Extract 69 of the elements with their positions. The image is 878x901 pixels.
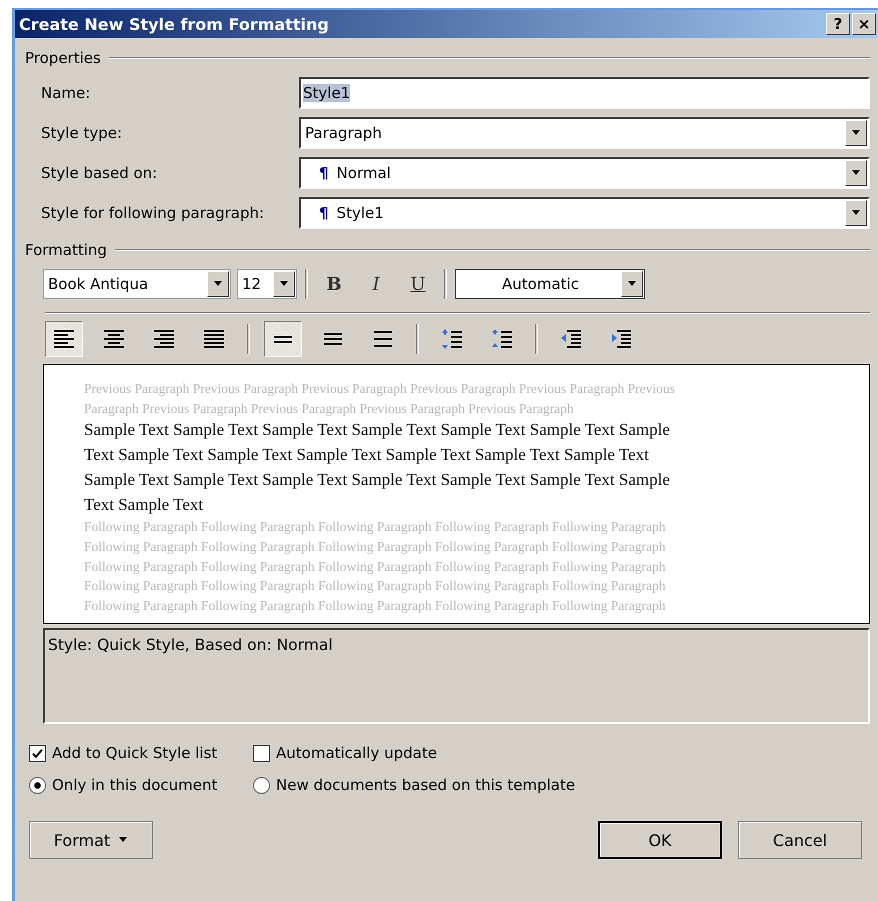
- indent-icon: [612, 330, 630, 348]
- field-label: Style based on:: [41, 164, 158, 182]
- size-dropdown[interactable]: 12: [237, 269, 297, 299]
- caret-icon: [279, 281, 289, 287]
- align-left-button[interactable]: [45, 321, 83, 357]
- font-color-dropdown[interactable]: Automatic: [455, 269, 645, 299]
- help-button[interactable]: ?: [826, 13, 850, 35]
- dropdown-field[interactable]: ¶ Style1: [299, 197, 870, 229]
- field-label: Name:: [41, 84, 92, 102]
- window-title: Create New Style from Formatting: [19, 14, 329, 34]
- dropdown-button[interactable]: [273, 271, 295, 297]
- space-after-icon: [492, 330, 512, 348]
- dropdown-button[interactable]: [621, 271, 643, 297]
- check-icon: [32, 748, 43, 758]
- close-button[interactable]: ×: [852, 13, 876, 35]
- field-label: Style for following paragraph:: [41, 204, 266, 222]
- radio-button[interactable]: [29, 776, 46, 794]
- dropdown-field[interactable]: ¶ Normal: [299, 157, 870, 189]
- dropdown-button[interactable]: [845, 120, 867, 146]
- font-dropdown[interactable]: Book Antiqua: [43, 269, 231, 299]
- outdent-icon: [561, 330, 581, 348]
- sample-text: Sample Text Sample Text Sample Text Sample Text Sample Text Sample Text Sample: [84, 468, 671, 491]
- caret-icon: [213, 281, 223, 287]
- space-before-icon: [442, 329, 462, 349]
- preview-text: Following Paragraph Following Paragraph Following Paragraph Following Paragraph Following Paragraph: [84, 538, 667, 556]
- underline-button[interactable]: U: [400, 269, 436, 299]
- caret-icon: [627, 281, 637, 287]
- dropdown-field[interactable]: Paragraph: [299, 117, 870, 149]
- double-spacing-icon: [374, 331, 392, 347]
- group-label: Formatting: [25, 241, 107, 259]
- italic-button[interactable]: I: [358, 269, 394, 299]
- name-field[interactable]: Style1: [299, 77, 870, 109]
- one-half-spacing-icon: [324, 333, 342, 345]
- preview-text: Following Paragraph Following Paragraph Following Paragraph Following Paragraph Following Paragraph: [84, 577, 667, 596]
- checkbox-label: Add to Quick Style list: [52, 744, 218, 762]
- sample-text: Text Sample Text: [84, 494, 204, 516]
- radio-label: Only in this document: [52, 776, 218, 794]
- single-spacing-icon: [274, 336, 292, 342]
- field-label: Style type:: [41, 124, 124, 142]
- radio-label: New documents based on this template: [276, 776, 576, 794]
- caret-icon: [851, 210, 861, 216]
- caret-icon: [851, 130, 861, 136]
- sample-text: Sample Text Sample Text Sample Text Sample Text Sample Text Sample Text Sample: [84, 419, 671, 442]
- bold-button[interactable]: B: [316, 269, 352, 299]
- radio-button[interactable]: [253, 776, 270, 794]
- caret-icon: [118, 837, 128, 843]
- dropdown-button[interactable]: [207, 271, 229, 297]
- checkbox-label: Automatically update: [276, 744, 437, 762]
- dropdown-button[interactable]: [845, 160, 867, 186]
- align-left-icon: [54, 330, 74, 348]
- dropdown-button[interactable]: [845, 200, 867, 226]
- preview-text: Previous Paragraph Previous Paragraph Previous Paragraph Previous Paragraph Previous Paragraph Previous: [84, 380, 676, 398]
- single-spacing-button[interactable]: [264, 321, 302, 357]
- style-description: Style: Quick Style, Based on: Normal: [43, 628, 870, 724]
- preview-text: Following Paragraph Following Paragraph Following Paragraph Following Paragraph Following Paragraph: [84, 596, 667, 615]
- ok-button[interactable]: OK: [598, 821, 722, 859]
- sample-text: Text Sample Text Sample Text Sample Text Sample Text Sample Text Sample Text: [84, 444, 650, 466]
- align-right-icon: [154, 330, 174, 348]
- preview-text: Paragraph Previous Paragraph Previous Paragraph Previous Paragraph Previous Paragraph: [84, 400, 575, 418]
- caret-icon: [851, 170, 861, 176]
- preview-text: Following Paragraph Following Paragraph Following Paragraph Following Paragraph Following Paragraph: [84, 518, 667, 536]
- align-center-icon: [104, 330, 124, 348]
- checkbox[interactable]: [253, 744, 270, 762]
- format-button[interactable]: Format: [29, 821, 153, 859]
- justify-icon: [204, 330, 224, 348]
- cancel-button[interactable]: Cancel: [738, 821, 862, 859]
- preview-text: Following Paragraph Following Paragraph Following Paragraph Following Paragraph Following Paragraph: [84, 558, 667, 576]
- group-label: Properties: [25, 49, 101, 67]
- checkbox[interactable]: [29, 744, 46, 762]
